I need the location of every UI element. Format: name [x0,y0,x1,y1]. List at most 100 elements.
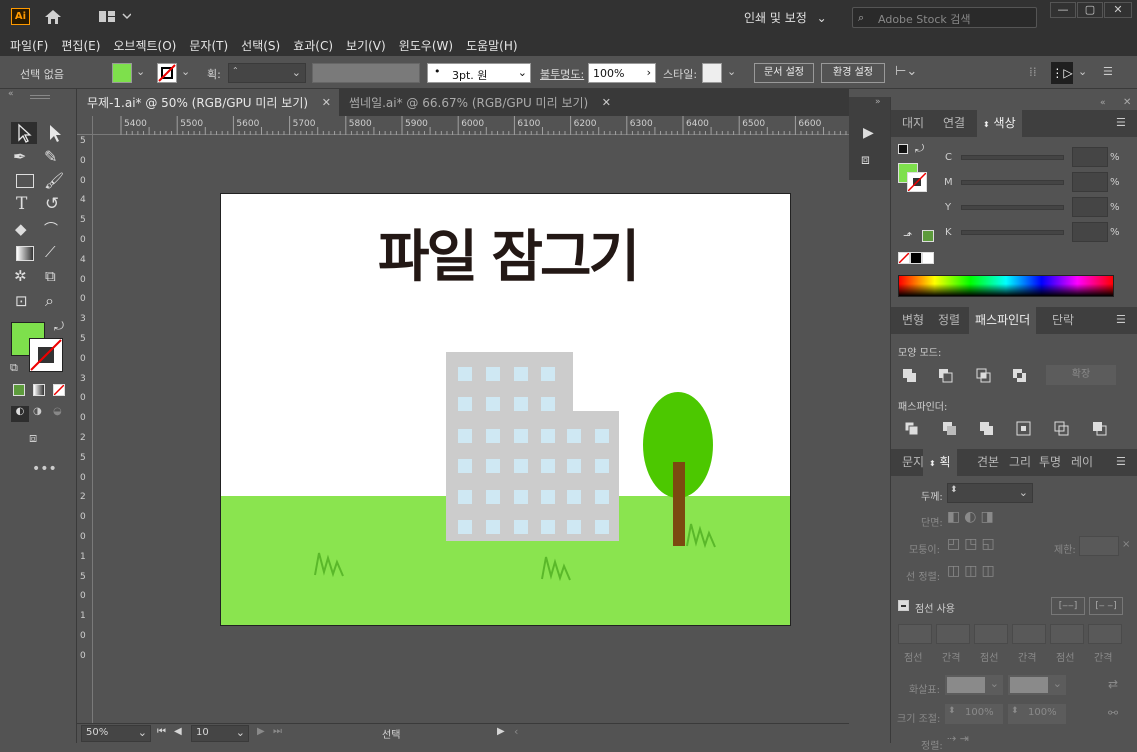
intersect-icon[interactable] [975,367,993,385]
panel-menu-icon[interactable]: ☰ [1116,313,1126,326]
artboard[interactable]: 파일 잠그기 [220,193,791,626]
zoom-tool-icon[interactable]: ⌕ [45,291,69,313]
channel-k-slider[interactable] [961,230,1064,235]
gap-input-3[interactable] [1088,624,1122,644]
stroke-swatch[interactable] [157,63,177,83]
building-window[interactable] [567,490,581,504]
channel-y-slider[interactable] [961,205,1064,210]
building-window[interactable] [458,490,472,504]
toolbar-grip[interactable] [30,95,50,99]
minus-back-icon[interactable] [1091,420,1109,438]
building-window[interactable] [514,520,528,534]
building-window[interactable] [514,397,528,411]
grass-tuft[interactable] [685,521,719,549]
white-swatch[interactable] [922,252,934,264]
status-menu-icon[interactable]: ▶ [497,726,505,737]
curvature-tool-icon[interactable]: ✎ [44,147,68,169]
paintbrush-tool-icon[interactable]: 🖌 [44,171,68,193]
artboard-number-select[interactable]: 10 ⌄ [191,725,249,742]
corner-buttons[interactable]: ◰◳◱ [947,536,1013,556]
swap-colors-icon[interactable]: ⤾ [915,142,924,156]
dash-input-1[interactable] [898,624,932,644]
eraser-tool-icon[interactable]: ◆ [15,220,37,240]
channel-k-input[interactable] [1072,222,1108,242]
none-swatch[interactable] [898,252,910,264]
style-dropdown-icon[interactable]: ⌄ [727,65,736,78]
expand-panels-icon[interactable]: » [875,97,881,107]
out-of-gamut-icon[interactable]: ⬏ [903,229,912,242]
draw-normal-icon[interactable]: ◐ [11,406,29,422]
menu-select[interactable]: 선택(S) [241,37,280,54]
stock-search-input[interactable]: ⌕ Adobe Stock 검색 [852,7,1037,28]
dash-input-3[interactable] [1050,624,1084,644]
building-window[interactable] [486,520,500,534]
align-stroke-buttons[interactable]: ◫◫◫ [947,563,1013,583]
tab-transform[interactable]: 변형 [902,307,924,334]
expand-button[interactable]: 확장 [1046,365,1116,385]
arrow-align-buttons[interactable]: ⇢ ⇥ [947,732,991,745]
building-window[interactable] [486,490,500,504]
building-window[interactable] [458,459,472,473]
control-menu-icon[interactable]: ☰ [1103,65,1113,78]
merge-icon[interactable] [978,420,996,438]
vertical-ruler[interactable]: 5 0 0 4 5 0 4 0 0 3 5 0 3 0 0 2 5 0 2 0 0 1 5 0 1 0 0 [77,135,93,723]
tab-untitled-1[interactable]: 무제-1.ai* @ 50% (RGB/GPU 미리 보기) ✕ [77,89,339,116]
building-window[interactable] [567,459,581,473]
artboard-tool-icon[interactable]: ⊡ [15,292,39,314]
arrange-icon[interactable]: ⊢⌄ [895,64,917,79]
draw-inside-icon[interactable]: ◒ [53,406,69,422]
building-window[interactable] [567,429,581,443]
tab-align[interactable]: 정렬 [938,307,960,334]
color-spectrum[interactable] [898,275,1114,297]
opacity-label[interactable]: 불투명도: [540,66,584,82]
rotate-tool-icon[interactable]: ↺ [45,194,69,216]
black-swatch[interactable] [910,252,922,264]
channel-m-input[interactable] [1072,172,1108,192]
type-tool-icon[interactable]: T [16,194,36,216]
workspace-switcher[interactable]: 인쇄 및 보정 ⌄ [744,9,827,26]
channel-c-input[interactable] [1072,147,1108,167]
building-window[interactable] [541,397,555,411]
maximize-button[interactable]: ▢ [1077,2,1103,18]
dash-input-2[interactable] [974,624,1008,644]
building-window[interactable] [514,429,528,443]
building-window[interactable] [541,459,555,473]
menu-object[interactable]: 오브젝트(O) [113,37,176,54]
close-button[interactable]: ✕ [1104,2,1132,18]
home-icon[interactable] [44,9,62,25]
direct-selection-tool-icon[interactable] [42,122,68,144]
default-colors-icon[interactable]: ⧉ [10,361,18,375]
building-window[interactable] [595,429,609,443]
pen-tool-icon[interactable]: ✒ [13,147,37,169]
building-window[interactable] [486,367,500,381]
stroke-dropdown-icon[interactable]: ⌄ [181,65,190,78]
artboards-panel-icon[interactable]: ⧈ [861,152,870,168]
fill-dropdown-icon[interactable]: ⌄ [136,65,145,78]
building-window[interactable] [514,490,528,504]
tab-color[interactable]: ⬍ 색상 [977,110,1022,137]
selection-tool-icon[interactable] [11,122,37,144]
gradient-mode-icon[interactable] [33,384,45,396]
opacity-input[interactable]: 100% › [588,63,656,83]
web-safe-swatch[interactable] [922,230,934,242]
align-grid-icon[interactable]: ⁞⁞ [1029,65,1037,79]
start-scale-input[interactable]: ⬍ 100% [945,704,1003,724]
brush-definition[interactable]: • 3pt. 원 ⌄ [427,63,531,83]
rectangle-tool-icon[interactable] [16,174,34,188]
cap-buttons[interactable]: ◧◐◨ [947,509,1013,529]
next-artboard-icon[interactable]: ▶ [257,726,265,737]
end-scale-input[interactable]: ⬍ 100% [1008,704,1066,724]
preferences-button[interactable]: 환경 설정 [821,63,885,83]
building-window[interactable] [567,520,581,534]
collapse-panels-icon[interactable]: « [1100,98,1106,108]
channel-y-input[interactable] [1072,197,1108,217]
start-arrowhead-select[interactable]: ⌄ [945,675,1003,695]
menu-help[interactable]: 도움말(H) [466,37,518,54]
exclude-icon[interactable] [1011,367,1029,385]
none-mode-icon[interactable] [53,384,65,396]
minus-front-icon[interactable] [937,367,955,385]
dashed-line-toggle[interactable] [898,600,909,611]
panel-default-fill-icon[interactable] [898,144,908,154]
zoom-select[interactable]: 50% ⌄ [81,725,151,742]
unite-icon[interactable] [901,367,919,385]
